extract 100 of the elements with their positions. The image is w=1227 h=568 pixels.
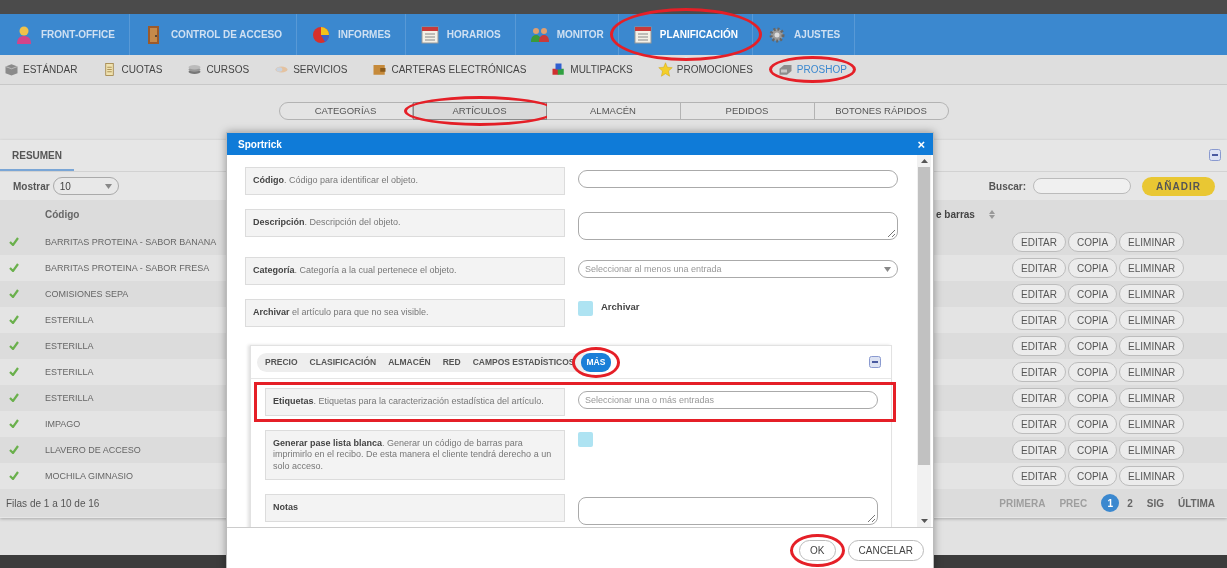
- section-tab[interactable]: ARTÍCULOS: [412, 101, 547, 120]
- section-tab[interactable]: ALMACÉN: [546, 101, 681, 120]
- copy-button[interactable]: COPIA: [1067, 466, 1118, 486]
- scroll-up-icon: [920, 159, 928, 163]
- edit-button[interactable]: EDITAR: [1012, 362, 1066, 382]
- pie-chart-icon: [311, 24, 331, 45]
- subnav-tab[interactable]: ESTÁNDAR: [4, 62, 78, 77]
- field-label: Descripción. Descripción del objeto.: [245, 209, 565, 237]
- form-tab[interactable]: CLASIFICACIÓN: [303, 352, 383, 372]
- edit-button[interactable]: EDITAR: [1012, 336, 1066, 356]
- copy-button[interactable]: COPIA: [1067, 362, 1118, 382]
- edit-button[interactable]: EDITAR: [1012, 284, 1066, 304]
- page-link[interactable]: ÚLTIMA: [1177, 497, 1215, 509]
- rows-info: Filas de 1 a 10 de 16: [6, 497, 100, 509]
- field-label: Generar pase lista blanca. Generar un código de barras para imprimirlo en el recibo. De esta manera el cliente tendrá derecho a un solo acceso.: [265, 430, 565, 480]
- page-link[interactable]: SIG: [1146, 497, 1164, 509]
- table-cell: LLAVERO DE ACCESO: [45, 445, 141, 455]
- subnav-tab[interactable]: PROMOCIONES: [657, 62, 753, 77]
- page-size-select[interactable]: 10: [52, 177, 119, 195]
- delete-button[interactable]: ELIMINAR: [1119, 388, 1185, 408]
- checkbox[interactable]: [578, 432, 593, 447]
- register-icon: [777, 62, 793, 77]
- subnav-tab[interactable]: MULTIPACKS: [551, 62, 633, 77]
- edit-button[interactable]: EDITAR: [1012, 258, 1066, 278]
- stack-icon: [187, 62, 203, 77]
- show-label: Mostrar: [13, 180, 50, 192]
- resize-grip-icon: [868, 514, 875, 522]
- copy-button[interactable]: COPIA: [1067, 284, 1118, 304]
- table-cell: MOCHILA GIMNASIO: [45, 471, 133, 481]
- text-area[interactable]: [578, 496, 878, 525]
- field-label: Archivar el artículo para que no sea visible.: [245, 299, 565, 327]
- edit-button[interactable]: EDITAR: [1012, 310, 1066, 330]
- table-cell: ESTERILLA: [45, 315, 94, 325]
- wallet-icon: [372, 62, 388, 77]
- form-tab[interactable]: MÁS: [580, 352, 612, 372]
- section-tab[interactable]: BOTONES RÁPIDOS: [814, 101, 949, 120]
- scrollbar[interactable]: [917, 155, 931, 527]
- checkbox-label: Archivar: [601, 301, 640, 312]
- delete-button[interactable]: ELIMINAR: [1119, 466, 1185, 486]
- page-link[interactable]: 1: [1101, 494, 1120, 512]
- field-label: Categoría. Categoría a la cual pertenece el objeto.: [245, 257, 565, 285]
- subnav-tab[interactable]: SERVICIOS: [274, 62, 348, 77]
- subnav-tab[interactable]: CURSOS: [187, 62, 250, 77]
- form-tab[interactable]: PRECIO: [259, 352, 304, 372]
- copy-button[interactable]: COPIA: [1067, 232, 1118, 252]
- delete-button[interactable]: ELIMINAR: [1119, 258, 1185, 278]
- search-field[interactable]: [1033, 178, 1132, 194]
- table-cell: ESTERILLA: [45, 341, 94, 351]
- edit-button[interactable]: EDITAR: [1012, 414, 1066, 434]
- edit-button[interactable]: EDITAR: [1012, 232, 1066, 252]
- close-button[interactable]: ×: [917, 137, 925, 151]
- delete-button[interactable]: ELIMINAR: [1119, 362, 1185, 382]
- column-header[interactable]: e barras: [936, 209, 975, 220]
- dialog-title: Sportrick: [238, 138, 282, 150]
- page-link[interactable]: 2: [1127, 497, 1133, 509]
- section-tab[interactable]: PEDIDOS: [680, 101, 815, 120]
- subnav-tab[interactable]: CUOTAS: [102, 62, 163, 77]
- checkbox[interactable]: [578, 301, 593, 316]
- table-cell: IMPAGO: [45, 419, 81, 429]
- caret-icon: [884, 266, 891, 272]
- delete-button[interactable]: ELIMINAR: [1119, 414, 1185, 434]
- delete-button[interactable]: ELIMINAR: [1119, 284, 1185, 304]
- input-field[interactable]: [578, 170, 898, 188]
- field-label: Código. Código para identificar el objeto.: [245, 167, 565, 195]
- copy-button[interactable]: COPIA: [1067, 310, 1118, 330]
- copy-button[interactable]: COPIA: [1067, 388, 1118, 408]
- cancel-button[interactable]: CANCELAR: [847, 540, 924, 561]
- form-tab[interactable]: ALMACÉN: [382, 352, 437, 372]
- calendar-icon: [419, 24, 440, 45]
- edit-button[interactable]: EDITAR: [1012, 466, 1066, 486]
- caret-icon: [104, 183, 112, 189]
- copy-button[interactable]: COPIA: [1067, 414, 1118, 434]
- collapse-icon: [869, 356, 881, 368]
- cubes-icon: [551, 62, 567, 77]
- person-icon: [14, 24, 34, 45]
- table-cell: ESTERILLA: [45, 393, 94, 403]
- edit-button[interactable]: EDITAR: [1012, 440, 1066, 460]
- delete-button[interactable]: ELIMINAR: [1119, 336, 1185, 356]
- copy-button[interactable]: COPIA: [1067, 336, 1118, 356]
- delete-button[interactable]: ELIMINAR: [1119, 232, 1185, 252]
- copy-button[interactable]: COPIA: [1067, 440, 1118, 460]
- edit-button[interactable]: EDITAR: [1012, 388, 1066, 408]
- resize-grip-icon: [888, 230, 895, 237]
- field-label: Notas: [265, 493, 565, 522]
- column-header[interactable]: Código: [45, 209, 80, 220]
- section-tab[interactable]: CATEGORÍAS: [278, 101, 413, 120]
- panel-title: RESUMEN: [0, 140, 74, 171]
- delete-button[interactable]: ELIMINAR: [1119, 310, 1185, 330]
- text-area[interactable]: [578, 212, 898, 240]
- subnav-tab[interactable]: CARTERAS ELECTRÓNICAS: [372, 62, 527, 77]
- copy-button[interactable]: COPIA: [1067, 258, 1118, 278]
- search-label: Buscar:: [988, 180, 1027, 192]
- table-cell: BARRITAS PROTEINA - SABOR FRESA: [45, 263, 210, 273]
- collapse-icon: [1209, 149, 1221, 161]
- sort-icon: [988, 210, 995, 219]
- add-button[interactable]: AÑADIR: [1142, 176, 1215, 196]
- form-tab[interactable]: RED: [436, 352, 467, 372]
- star-icon: [657, 62, 673, 77]
- ok-button[interactable]: OK: [799, 540, 836, 561]
- delete-button[interactable]: ELIMINAR: [1119, 440, 1185, 460]
